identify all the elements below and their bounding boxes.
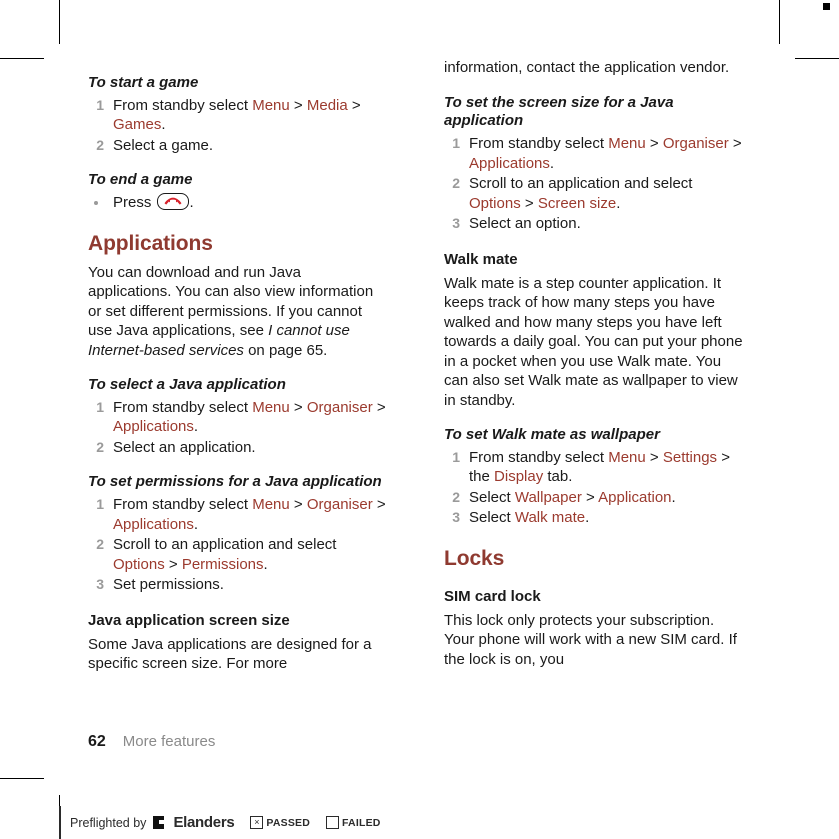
- left-column: To start a game 1 From standby select Me…: [59, 58, 388, 674]
- steps-select-java: 1 From standby select Menu > Organiser >…: [88, 398, 388, 458]
- applications-body-text: You can download and run Java applicatio…: [88, 263, 374, 359]
- walk-mate-body-text: Walk mate is a step counter application.…: [444, 274, 743, 409]
- preflight-failed-label: FAILED: [342, 816, 381, 829]
- list-item: 2 Scroll to an application and select Op…: [444, 174, 744, 213]
- step-text-suffix: .: [189, 194, 194, 211]
- continuation-body-text: information, contact the application ven…: [444, 59, 730, 76]
- step-text: Set permissions.: [113, 576, 224, 594]
- right-column: information, contact the application ven…: [415, 58, 744, 674]
- list-item: 3 Set permissions.: [88, 575, 388, 595]
- subheading-java-screen-size: Java application screen size: [88, 611, 290, 629]
- crop-mark-left-bottom: [0, 778, 44, 779]
- step-text: From standby select Menu > Organiser > A…: [113, 496, 386, 533]
- footer-folio: 62 More features: [88, 733, 215, 751]
- list-item: 1 From standby select Menu > Organiser >…: [88, 398, 388, 437]
- procedure-title-set-permissions: To set permissions for a Java applicatio…: [88, 473, 382, 491]
- step-text: Scroll to an application and select Opti…: [469, 175, 693, 212]
- step-text: Select an option.: [469, 215, 581, 232]
- page-title-applications: Applications: [88, 231, 213, 255]
- page-content: To start a game 1 From standby select Me…: [59, 58, 780, 779]
- list-item: 1 From standby select Menu > Organiser >…: [444, 134, 744, 173]
- step-text: From standby select Menu > Organiser > A…: [113, 398, 386, 436]
- list-item: 1 From standby select Menu > Media > Gam…: [88, 96, 388, 135]
- step-text: Scroll to an application and select Opti…: [113, 536, 337, 573]
- step-text: From standby select Menu > Media > Games…: [113, 96, 361, 134]
- list-item: 3 Select an option.: [444, 214, 744, 234]
- subheading-walk-mate: Walk mate: [444, 250, 518, 268]
- preflight-passed-label: PASSED: [266, 816, 311, 829]
- step-number: 2: [96, 438, 104, 455]
- step-number: 1: [452, 448, 460, 465]
- list-item: 2 Select Wallpaper > Application.: [444, 488, 744, 508]
- end-call-key-icon: [156, 193, 189, 210]
- step-number: 1: [452, 135, 460, 151]
- list-item: 2 Select an application.: [88, 438, 388, 458]
- step-number: 3: [452, 215, 460, 231]
- list-item: 1 From standby select Menu > Organiser >…: [88, 495, 388, 534]
- sim-card-lock-body-text: This lock only protects your subscriptio…: [444, 611, 737, 668]
- two-column-layout: To start a game 1 From standby select Me…: [59, 58, 780, 674]
- elanders-wordmark: Elanders: [173, 814, 235, 831]
- step-number: 3: [96, 576, 104, 593]
- step-number: 1: [96, 96, 104, 113]
- step-number: 2: [96, 136, 104, 153]
- step-number: 3: [452, 509, 460, 526]
- crop-mark-right-top: [795, 58, 839, 59]
- checkbox-unchecked-icon: [326, 816, 340, 829]
- step-number: 2: [452, 488, 460, 505]
- list-item: Press .: [88, 193, 388, 213]
- bullet-dot: [94, 201, 98, 205]
- step-number: 2: [96, 536, 104, 553]
- java-screen-size-body-text: Some Java applications are designed for …: [88, 635, 372, 673]
- elanders-logo-icon: [153, 816, 165, 829]
- step-text-prefix: Press: [113, 194, 156, 211]
- list-item: 2 Scroll to an application and select Op…: [88, 535, 388, 574]
- step-text: Select a game.: [113, 136, 214, 154]
- step-text: Select an application.: [113, 438, 256, 456]
- step-number: 2: [452, 175, 460, 191]
- step-text: From standby select Menu > Organiser > A…: [469, 135, 742, 172]
- procedure-title-start-game: To start a game: [88, 74, 199, 91]
- crop-mark-top-left: [59, 0, 60, 44]
- steps-set-permissions: 1 From standby select Menu > Organiser >…: [88, 495, 388, 595]
- steps-walk-mate-wallpaper: 1 From standby select Menu > Settings > …: [444, 448, 744, 528]
- steps-start-game: 1 From standby select Menu > Media > Gam…: [88, 96, 388, 156]
- steps-end-game: Press .: [88, 193, 388, 213]
- list-item: 2 Select a game.: [88, 136, 388, 156]
- steps-set-screen-size: 1 From standby select Menu > Organiser >…: [444, 134, 744, 234]
- preflight-prefix-label: Preflighted by: [70, 815, 147, 830]
- procedure-title-set-screen-size: To set the screen size for a Java applic…: [444, 93, 674, 130]
- list-item: 1 From standby select Menu > Settings > …: [444, 448, 744, 487]
- registration-square: [823, 3, 830, 10]
- preflight-stamp: Preflighted by Elanders × PASSED FAILED: [59, 806, 381, 839]
- footer-section-label: More features: [122, 733, 216, 750]
- list-item: 3 Select Walk mate.: [444, 508, 744, 528]
- preflight-passed-checkbox: × PASSED: [250, 816, 310, 829]
- preflight-failed-checkbox: FAILED: [326, 816, 381, 829]
- step-text: From standby select Menu > Settings > th…: [469, 448, 730, 486]
- step-text: Select Wallpaper > Application.: [469, 488, 676, 506]
- procedure-title-select-java: To select a Java application: [88, 376, 286, 394]
- crop-mark-top-right: [779, 0, 780, 44]
- procedure-title-walk-mate-wallpaper: To set Walk mate as wallpaper: [444, 426, 660, 443]
- page-title-locks: Locks: [444, 546, 505, 570]
- page-number: 62: [88, 733, 106, 750]
- step-number: 1: [96, 398, 104, 415]
- step-text: Select Walk mate.: [469, 509, 590, 527]
- checkbox-checked-icon: ×: [250, 816, 264, 829]
- subheading-sim-card-lock: SIM card lock: [444, 587, 541, 605]
- step-number: 1: [96, 496, 104, 513]
- crop-mark-left-top: [0, 58, 44, 59]
- procedure-title-end-game: To end a game: [88, 171, 193, 189]
